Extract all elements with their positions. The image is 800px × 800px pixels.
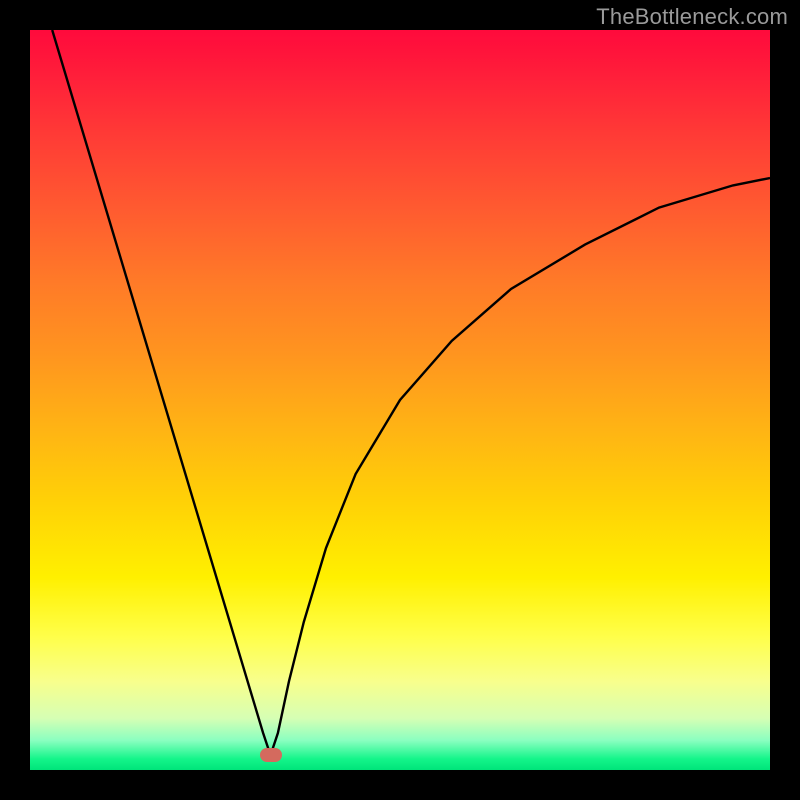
chart-frame: TheBottleneck.com <box>0 0 800 800</box>
chart-plot-area <box>30 30 770 770</box>
watermark-text: TheBottleneck.com <box>596 4 788 30</box>
optimal-point-marker <box>260 748 282 762</box>
bottleneck-curve <box>30 30 770 770</box>
